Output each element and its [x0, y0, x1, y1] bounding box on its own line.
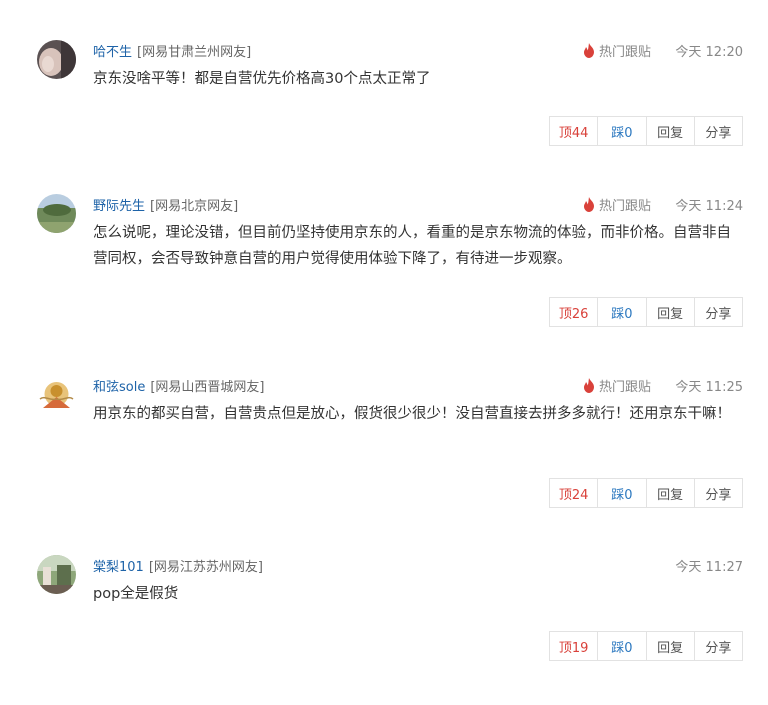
avatar[interactable]: [37, 555, 76, 594]
downvote-button[interactable]: 踩0: [597, 632, 645, 660]
flame-icon: [584, 378, 594, 393]
upvote-button[interactable]: 顶19: [550, 632, 597, 660]
user-location: [网易山西晋城网友]: [150, 380, 265, 395]
flame-icon: [584, 197, 594, 212]
comment-time: 今天 11:25: [675, 380, 743, 395]
comment-username[interactable]: 哈不生 [网易甘肃兰州网友]: [93, 41, 251, 60]
hot-follow-link[interactable]: 热门跟贴: [582, 41, 651, 60]
username-text[interactable]: 棠梨101: [93, 560, 144, 575]
share-button[interactable]: 分享: [693, 117, 742, 145]
downvote-button[interactable]: 踩0: [597, 117, 645, 145]
comment-time: 今天 11:24: [675, 199, 743, 214]
reply-button[interactable]: 回复: [645, 632, 694, 660]
comment-username[interactable]: 棠梨101 [网易江苏苏州网友]: [93, 556, 263, 575]
downvote-button[interactable]: 踩0: [597, 479, 645, 507]
comment-time: 今天 11:27: [675, 560, 743, 575]
comment-username[interactable]: 野际先生 [网易北京网友]: [93, 195, 238, 214]
share-button[interactable]: 分享: [693, 632, 742, 660]
share-button[interactable]: 分享: [693, 298, 742, 326]
comment-content: 用京东的都买自营，自营贵点但是放心，假货很少很少！没自营直接去拼多多就行！还用京…: [93, 406, 731, 422]
avatar[interactable]: [37, 375, 76, 414]
upvote-button[interactable]: 顶26: [550, 298, 597, 326]
avatar[interactable]: [37, 40, 76, 79]
downvote-button[interactable]: 踩0: [597, 298, 645, 326]
hot-follow-label[interactable]: 热门跟贴: [599, 376, 651, 395]
username-text[interactable]: 和弦sole: [93, 380, 145, 395]
hot-follow-label[interactable]: 热门跟贴: [599, 195, 651, 214]
username-text[interactable]: 野际先生: [93, 199, 145, 214]
user-location: [网易江苏苏州网友]: [148, 560, 263, 575]
avatar[interactable]: [37, 194, 76, 233]
comment-content: 京东没啥平等！都是自营优先价格高30个点太正常了: [93, 71, 431, 87]
hot-follow-link[interactable]: 热门跟贴: [582, 195, 651, 214]
reply-button[interactable]: 回复: [645, 298, 694, 326]
user-location: [网易甘肃兰州网友]: [137, 45, 252, 60]
comment-content: pop全是假货: [93, 586, 179, 602]
share-button[interactable]: 分享: [693, 479, 742, 507]
comment-username[interactable]: 和弦sole [网易山西晋城网友]: [93, 376, 265, 395]
comment-actions: 顶19 踩0 回复 分享: [549, 631, 743, 661]
reply-button[interactable]: 回复: [645, 479, 694, 507]
comment-actions: 顶24 踩0 回复 分享: [549, 478, 743, 508]
comment-content: 怎么说呢，理论没错，但目前仍坚持使用京东的人，看重的是京东物流的体验，而非价格。…: [93, 225, 731, 267]
comment-actions: 顶44 踩0 回复 分享: [549, 116, 743, 146]
hot-follow-link[interactable]: 热门跟贴: [582, 376, 651, 395]
upvote-button[interactable]: 顶44: [550, 117, 597, 145]
username-text[interactable]: 哈不生: [93, 45, 132, 60]
flame-icon: [584, 43, 594, 58]
upvote-button[interactable]: 顶24: [550, 479, 597, 507]
reply-button[interactable]: 回复: [645, 117, 694, 145]
comment-time: 今天 12:20: [675, 45, 743, 60]
hot-follow-label[interactable]: 热门跟贴: [599, 41, 651, 60]
comment-actions: 顶26 踩0 回复 分享: [549, 297, 743, 327]
user-location: [网易北京网友]: [150, 199, 239, 214]
